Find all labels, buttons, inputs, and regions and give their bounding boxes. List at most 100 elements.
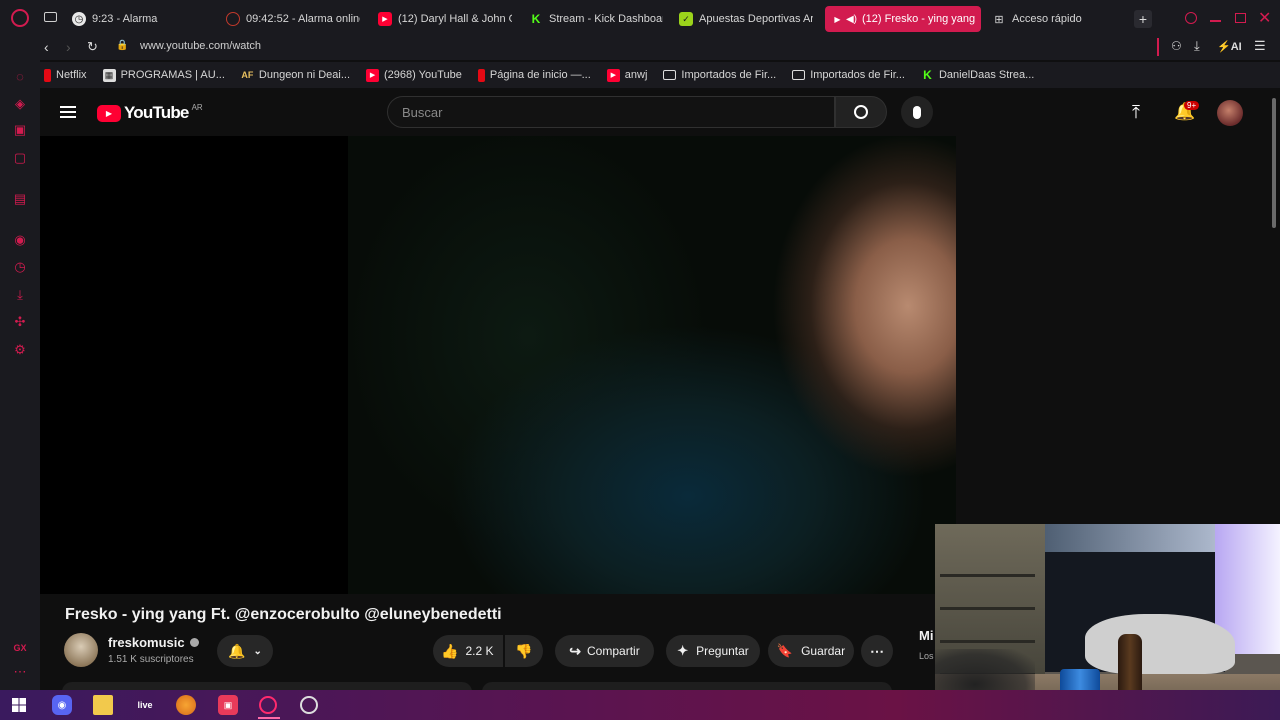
obs-icon[interactable] [300, 696, 318, 714]
ask-button[interactable]: ✦ Preguntar [666, 635, 760, 667]
ai-button[interactable]: ⚡AI [1217, 40, 1242, 53]
scrollbar-thumb[interactable] [1272, 98, 1276, 228]
like-count: 2.2 K [465, 644, 494, 658]
ableton-live-icon[interactable]: live [135, 695, 155, 715]
url-field[interactable]: www.youtube.com/watch [140, 40, 261, 52]
verified-icon [189, 638, 199, 647]
side-panel-title: Mi [919, 628, 934, 643]
divider [1157, 38, 1159, 56]
lock-icon: 🔒 [116, 40, 129, 51]
voice-search-button[interactable] [901, 96, 933, 128]
folder-icon [792, 70, 806, 80]
channel-name[interactable]: freskomusic [108, 635, 199, 650]
save-button[interactable]: 🔖 Guardar [768, 635, 854, 667]
windows-start-icon[interactable] [9, 695, 29, 715]
minimize-button[interactable] [1210, 20, 1221, 22]
tab-bar: ◷ 9:23 - Alarma 09:42:52 - Alarma online… [0, 0, 1280, 36]
subscription-bell-button[interactable]: 🔔 ⌄ [217, 635, 273, 667]
bookmark-label: Importados de Fir... [810, 69, 905, 81]
back-icon[interactable]: ‹ [44, 39, 49, 55]
tab-acceso-rapido[interactable]: ⊞ Acceso rápido [992, 6, 1102, 32]
tab-fresko-active[interactable]: ▶ ◀) (12) Fresko - ying yang [825, 6, 981, 32]
like-button[interactable]: 👍 2.2 K [433, 635, 503, 667]
share-button[interactable]: ↪ Compartir [555, 635, 654, 667]
bookmark-netflix[interactable]: Netflix [44, 68, 87, 82]
more-actions-button[interactable]: ⋯ [861, 635, 893, 667]
instagram-icon[interactable]: ▢ [12, 150, 28, 166]
tab-title: Stream - Kick Dashboard [549, 13, 663, 25]
fl-studio-icon[interactable] [176, 695, 196, 715]
reload-icon[interactable]: ↻ [87, 39, 98, 55]
bookmark-icon: 🔖 [776, 643, 794, 658]
messenger-icon[interactable]: ▣ [12, 122, 28, 138]
tab-kick-dashboard[interactable]: K Stream - Kick Dashboard [529, 6, 663, 32]
search-input[interactable]: Buscar [387, 96, 835, 128]
aria-icon[interactable]: ◌ [12, 68, 28, 84]
forward-icon[interactable]: › [66, 39, 71, 55]
youtube-logo[interactable]: ▶ YouTube AR [97, 103, 203, 123]
search-button[interactable] [835, 96, 887, 128]
account-icon[interactable]: ⚇ [1171, 39, 1182, 53]
tab-alarma[interactable]: ◷ 9:23 - Alarma [72, 6, 212, 32]
logo-text: YouTube [124, 103, 189, 122]
search-tabs-icon[interactable] [1185, 12, 1197, 24]
bookmark-danieldaas[interactable]: K DanielDaas Strea... [921, 68, 1034, 82]
tab-alarma-online[interactable]: 09:42:52 - Alarma online [226, 6, 360, 32]
bookmark-folder-1[interactable]: Importados de Fir... [663, 69, 776, 81]
gx-icon[interactable]: GX [12, 640, 28, 656]
opera-gx-taskbar-icon[interactable] [259, 696, 277, 714]
bookmark-programas[interactable]: ▦ PROGRAMAS | AU... [102, 68, 225, 82]
ai-icon: ⚡ [1217, 41, 1231, 53]
opera-logo-icon[interactable] [11, 9, 29, 27]
restore-button[interactable] [1235, 13, 1246, 23]
avatar[interactable] [1217, 100, 1243, 126]
notification-badge: 9+ [1184, 101, 1200, 110]
netflix-icon [44, 68, 51, 82]
player-icon[interactable]: ◉ [12, 232, 28, 248]
tab-title: (12) Fresko - ying yang [862, 13, 976, 25]
download-icon[interactable]: ⤓ [1194, 38, 1200, 54]
save-label: Guardar [801, 644, 846, 658]
live-label: live [137, 700, 153, 710]
thumbs-up-icon: 👍 [441, 642, 459, 659]
bookmark-youtube[interactable]: ▶ (2968) YouTube [366, 68, 462, 82]
downloads-icon[interactable]: ⤓ [12, 287, 28, 303]
file-explorer-icon[interactable] [93, 695, 113, 715]
search-icon [854, 105, 868, 119]
bookmark-dungeon[interactable]: AF Dungeon ni Deai... [241, 69, 350, 82]
tab-title: Acceso rápido [1012, 13, 1082, 25]
more-horizontal-icon: ⋯ [870, 642, 884, 659]
tab-apuestas[interactable]: ✓ Apuestas Deportivas Ar [679, 6, 813, 32]
create-upload-icon[interactable]: ⤒ [1132, 102, 1140, 123]
bet-icon: ✓ [679, 12, 693, 26]
tab-daryl-hall[interactable]: ▶ (12) Daryl Hall & John Oa [378, 6, 512, 32]
bookmark-anwj[interactable]: ▶ anwj [606, 68, 647, 82]
description-box[interactable] [62, 682, 472, 690]
bookmark-folder-2[interactable]: Importados de Fir... [792, 69, 905, 81]
tab-list-icon[interactable] [44, 12, 57, 22]
twitch-icon[interactable]: ▤ [12, 191, 28, 207]
menu-icon[interactable]: ☰ [1254, 38, 1266, 54]
discord-icon[interactable]: ◉ [52, 695, 72, 715]
tab-title: 09:42:52 - Alarma online [246, 13, 360, 25]
youtube-icon: ▶ [366, 68, 380, 82]
more-icon[interactable]: ⋯ [12, 664, 28, 680]
crypto-wallet-icon[interactable]: ◈ [12, 96, 28, 112]
history-icon[interactable]: ◷ [12, 259, 28, 275]
related-box[interactable] [482, 682, 892, 690]
hamburger-menu-icon[interactable] [60, 106, 76, 118]
netflix-icon [477, 68, 485, 82]
bookmark-pagina-inicio[interactable]: Página de inicio —... [477, 68, 591, 82]
extensions-icon[interactable]: ✣ [12, 314, 28, 330]
streaming-app-icon[interactable]: ▣ [218, 695, 238, 715]
speaker-icon: ◀) [845, 13, 858, 25]
channel-avatar[interactable] [64, 633, 98, 667]
new-tab-button[interactable]: + [1134, 10, 1152, 28]
youtube-icon: ▶ [378, 12, 392, 26]
video-player[interactable] [40, 136, 956, 594]
close-window-button[interactable]: ✕ [1258, 8, 1271, 28]
bookmark-label: Página de inicio —... [489, 69, 591, 81]
tab-title: 9:23 - Alarma [92, 13, 158, 25]
settings-icon[interactable]: ⚙ [12, 342, 28, 358]
dislike-button[interactable]: 👎 [505, 635, 543, 667]
